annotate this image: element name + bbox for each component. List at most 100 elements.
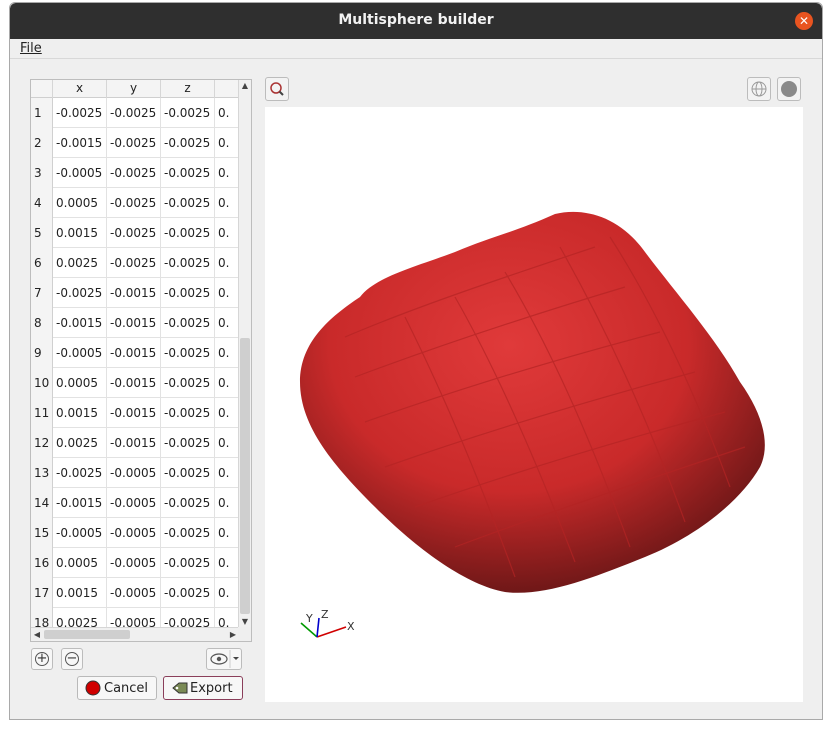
- cell-r[interactable]: 0.: [215, 458, 239, 488]
- cell-y[interactable]: -0.0025: [107, 158, 161, 188]
- vertical-scrollbar[interactable]: ▲ ▼: [238, 80, 251, 628]
- table-row[interactable]: 4 0.0005 -0.0025 -0.0025 0.: [31, 188, 239, 218]
- cell-y[interactable]: -0.0015: [107, 278, 161, 308]
- row-number[interactable]: 5: [31, 218, 53, 248]
- row-number[interactable]: 1: [31, 98, 53, 128]
- cell-r[interactable]: 0.: [215, 218, 239, 248]
- cell-r[interactable]: 0.: [215, 338, 239, 368]
- cell-r[interactable]: 0.: [215, 548, 239, 578]
- cell-z[interactable]: -0.0025: [161, 128, 215, 158]
- row-number[interactable]: 16: [31, 548, 53, 578]
- row-number[interactable]: 17: [31, 578, 53, 608]
- cell-x[interactable]: -0.0025: [53, 458, 107, 488]
- row-number[interactable]: 10: [31, 368, 53, 398]
- table-row[interactable]: 10 0.0005 -0.0015 -0.0025 0.: [31, 368, 239, 398]
- cell-y[interactable]: -0.0005: [107, 518, 161, 548]
- cell-r[interactable]: 0.: [215, 128, 239, 158]
- cell-y[interactable]: -0.0015: [107, 398, 161, 428]
- table-row[interactable]: 9 -0.0005 -0.0015 -0.0025 0.: [31, 338, 239, 368]
- table-row[interactable]: 6 0.0025 -0.0025 -0.0025 0.: [31, 248, 239, 278]
- sphere-coordinates-table[interactable]: x y z 1 -0.0025 -0.0025 -0.0025 0. 2 -0.0015 -0…: [30, 79, 252, 642]
- cell-r[interactable]: 0.: [215, 398, 239, 428]
- cell-z[interactable]: -0.0025: [161, 98, 215, 128]
- cell-x[interactable]: 0.0015: [53, 578, 107, 608]
- scroll-left-arrow[interactable]: ◀: [31, 629, 43, 641]
- cell-y[interactable]: -0.0025: [107, 218, 161, 248]
- column-header-r[interactable]: [215, 80, 239, 98]
- wireframe-view-button[interactable]: [747, 77, 771, 101]
- row-number[interactable]: 14: [31, 488, 53, 518]
- row-number[interactable]: 4: [31, 188, 53, 218]
- row-number[interactable]: 3: [31, 158, 53, 188]
- cell-z[interactable]: -0.0025: [161, 338, 215, 368]
- table-row[interactable]: 14 -0.0015 -0.0005 -0.0025 0.: [31, 488, 239, 518]
- cell-y[interactable]: -0.0005: [107, 548, 161, 578]
- vertical-scroll-thumb[interactable]: [240, 338, 250, 614]
- add-row-button[interactable]: +: [31, 648, 53, 670]
- cell-z[interactable]: -0.0025: [161, 248, 215, 278]
- cell-z[interactable]: -0.0025: [161, 278, 215, 308]
- close-window-button[interactable]: ✕: [795, 12, 813, 30]
- 3d-viewport[interactable]: X Y Z: [265, 107, 803, 702]
- table-row[interactable]: 13 -0.0025 -0.0005 -0.0025 0.: [31, 458, 239, 488]
- cancel-button[interactable]: Cancel: [77, 676, 157, 700]
- file-menu[interactable]: File: [20, 41, 42, 56]
- cell-y[interactable]: -0.0025: [107, 248, 161, 278]
- cell-x[interactable]: 0.0025: [53, 428, 107, 458]
- scroll-up-arrow[interactable]: ▲: [239, 80, 251, 92]
- cell-z[interactable]: -0.0025: [161, 368, 215, 398]
- column-header-z[interactable]: z: [161, 80, 215, 98]
- table-row[interactable]: 12 0.0025 -0.0015 -0.0025 0.: [31, 428, 239, 458]
- cell-x[interactable]: -0.0025: [53, 278, 107, 308]
- table-row[interactable]: 15 -0.0005 -0.0005 -0.0025 0.: [31, 518, 239, 548]
- cell-x[interactable]: 0.0015: [53, 218, 107, 248]
- cell-r[interactable]: 0.: [215, 578, 239, 608]
- cell-x[interactable]: 0.0005: [53, 548, 107, 578]
- column-header-y[interactable]: y: [107, 80, 161, 98]
- table-row[interactable]: 17 0.0015 -0.0005 -0.0025 0.: [31, 578, 239, 608]
- row-number[interactable]: 7: [31, 278, 53, 308]
- table-row[interactable]: 8 -0.0015 -0.0015 -0.0025 0.: [31, 308, 239, 338]
- table-row[interactable]: 3 -0.0005 -0.0025 -0.0025 0.: [31, 158, 239, 188]
- cell-r[interactable]: 0.: [215, 158, 239, 188]
- cell-z[interactable]: -0.0025: [161, 428, 215, 458]
- cell-y[interactable]: -0.0005: [107, 578, 161, 608]
- cell-x[interactable]: 0.0015: [53, 398, 107, 428]
- zoom-fit-button[interactable]: [265, 77, 289, 101]
- cell-z[interactable]: -0.0025: [161, 488, 215, 518]
- column-header-x[interactable]: x: [53, 80, 107, 98]
- row-number[interactable]: 9: [31, 338, 53, 368]
- row-number[interactable]: 11: [31, 398, 53, 428]
- solid-view-button[interactable]: [777, 77, 801, 101]
- cell-x[interactable]: -0.0025: [53, 98, 107, 128]
- cell-y[interactable]: -0.0015: [107, 308, 161, 338]
- cell-x[interactable]: -0.0005: [53, 518, 107, 548]
- row-number[interactable]: 12: [31, 428, 53, 458]
- cell-r[interactable]: 0.: [215, 98, 239, 128]
- table-row[interactable]: 11 0.0015 -0.0015 -0.0025 0.: [31, 398, 239, 428]
- table-row[interactable]: 16 0.0005 -0.0005 -0.0025 0.: [31, 548, 239, 578]
- remove-row-button[interactable]: −: [61, 648, 83, 670]
- row-number[interactable]: 2: [31, 128, 53, 158]
- cell-z[interactable]: -0.0025: [161, 518, 215, 548]
- cell-y[interactable]: -0.0015: [107, 368, 161, 398]
- cell-z[interactable]: -0.0025: [161, 158, 215, 188]
- row-number[interactable]: 13: [31, 458, 53, 488]
- cell-r[interactable]: 0.: [215, 308, 239, 338]
- horizontal-scrollbar[interactable]: ◀ ▶: [31, 627, 239, 641]
- cell-x[interactable]: 0.0025: [53, 248, 107, 278]
- cell-r[interactable]: 0.: [215, 278, 239, 308]
- cell-x[interactable]: 0.0005: [53, 188, 107, 218]
- cell-z[interactable]: -0.0025: [161, 218, 215, 248]
- cell-z[interactable]: -0.0025: [161, 188, 215, 218]
- cell-r[interactable]: 0.: [215, 488, 239, 518]
- cell-z[interactable]: -0.0025: [161, 578, 215, 608]
- table-row[interactable]: 7 -0.0025 -0.0015 -0.0025 0.: [31, 278, 239, 308]
- cell-r[interactable]: 0.: [215, 248, 239, 278]
- view-options-button[interactable]: [206, 648, 242, 670]
- cell-z[interactable]: -0.0025: [161, 458, 215, 488]
- cell-y[interactable]: -0.0005: [107, 458, 161, 488]
- cell-y[interactable]: -0.0015: [107, 338, 161, 368]
- row-number[interactable]: 6: [31, 248, 53, 278]
- cell-x[interactable]: -0.0005: [53, 158, 107, 188]
